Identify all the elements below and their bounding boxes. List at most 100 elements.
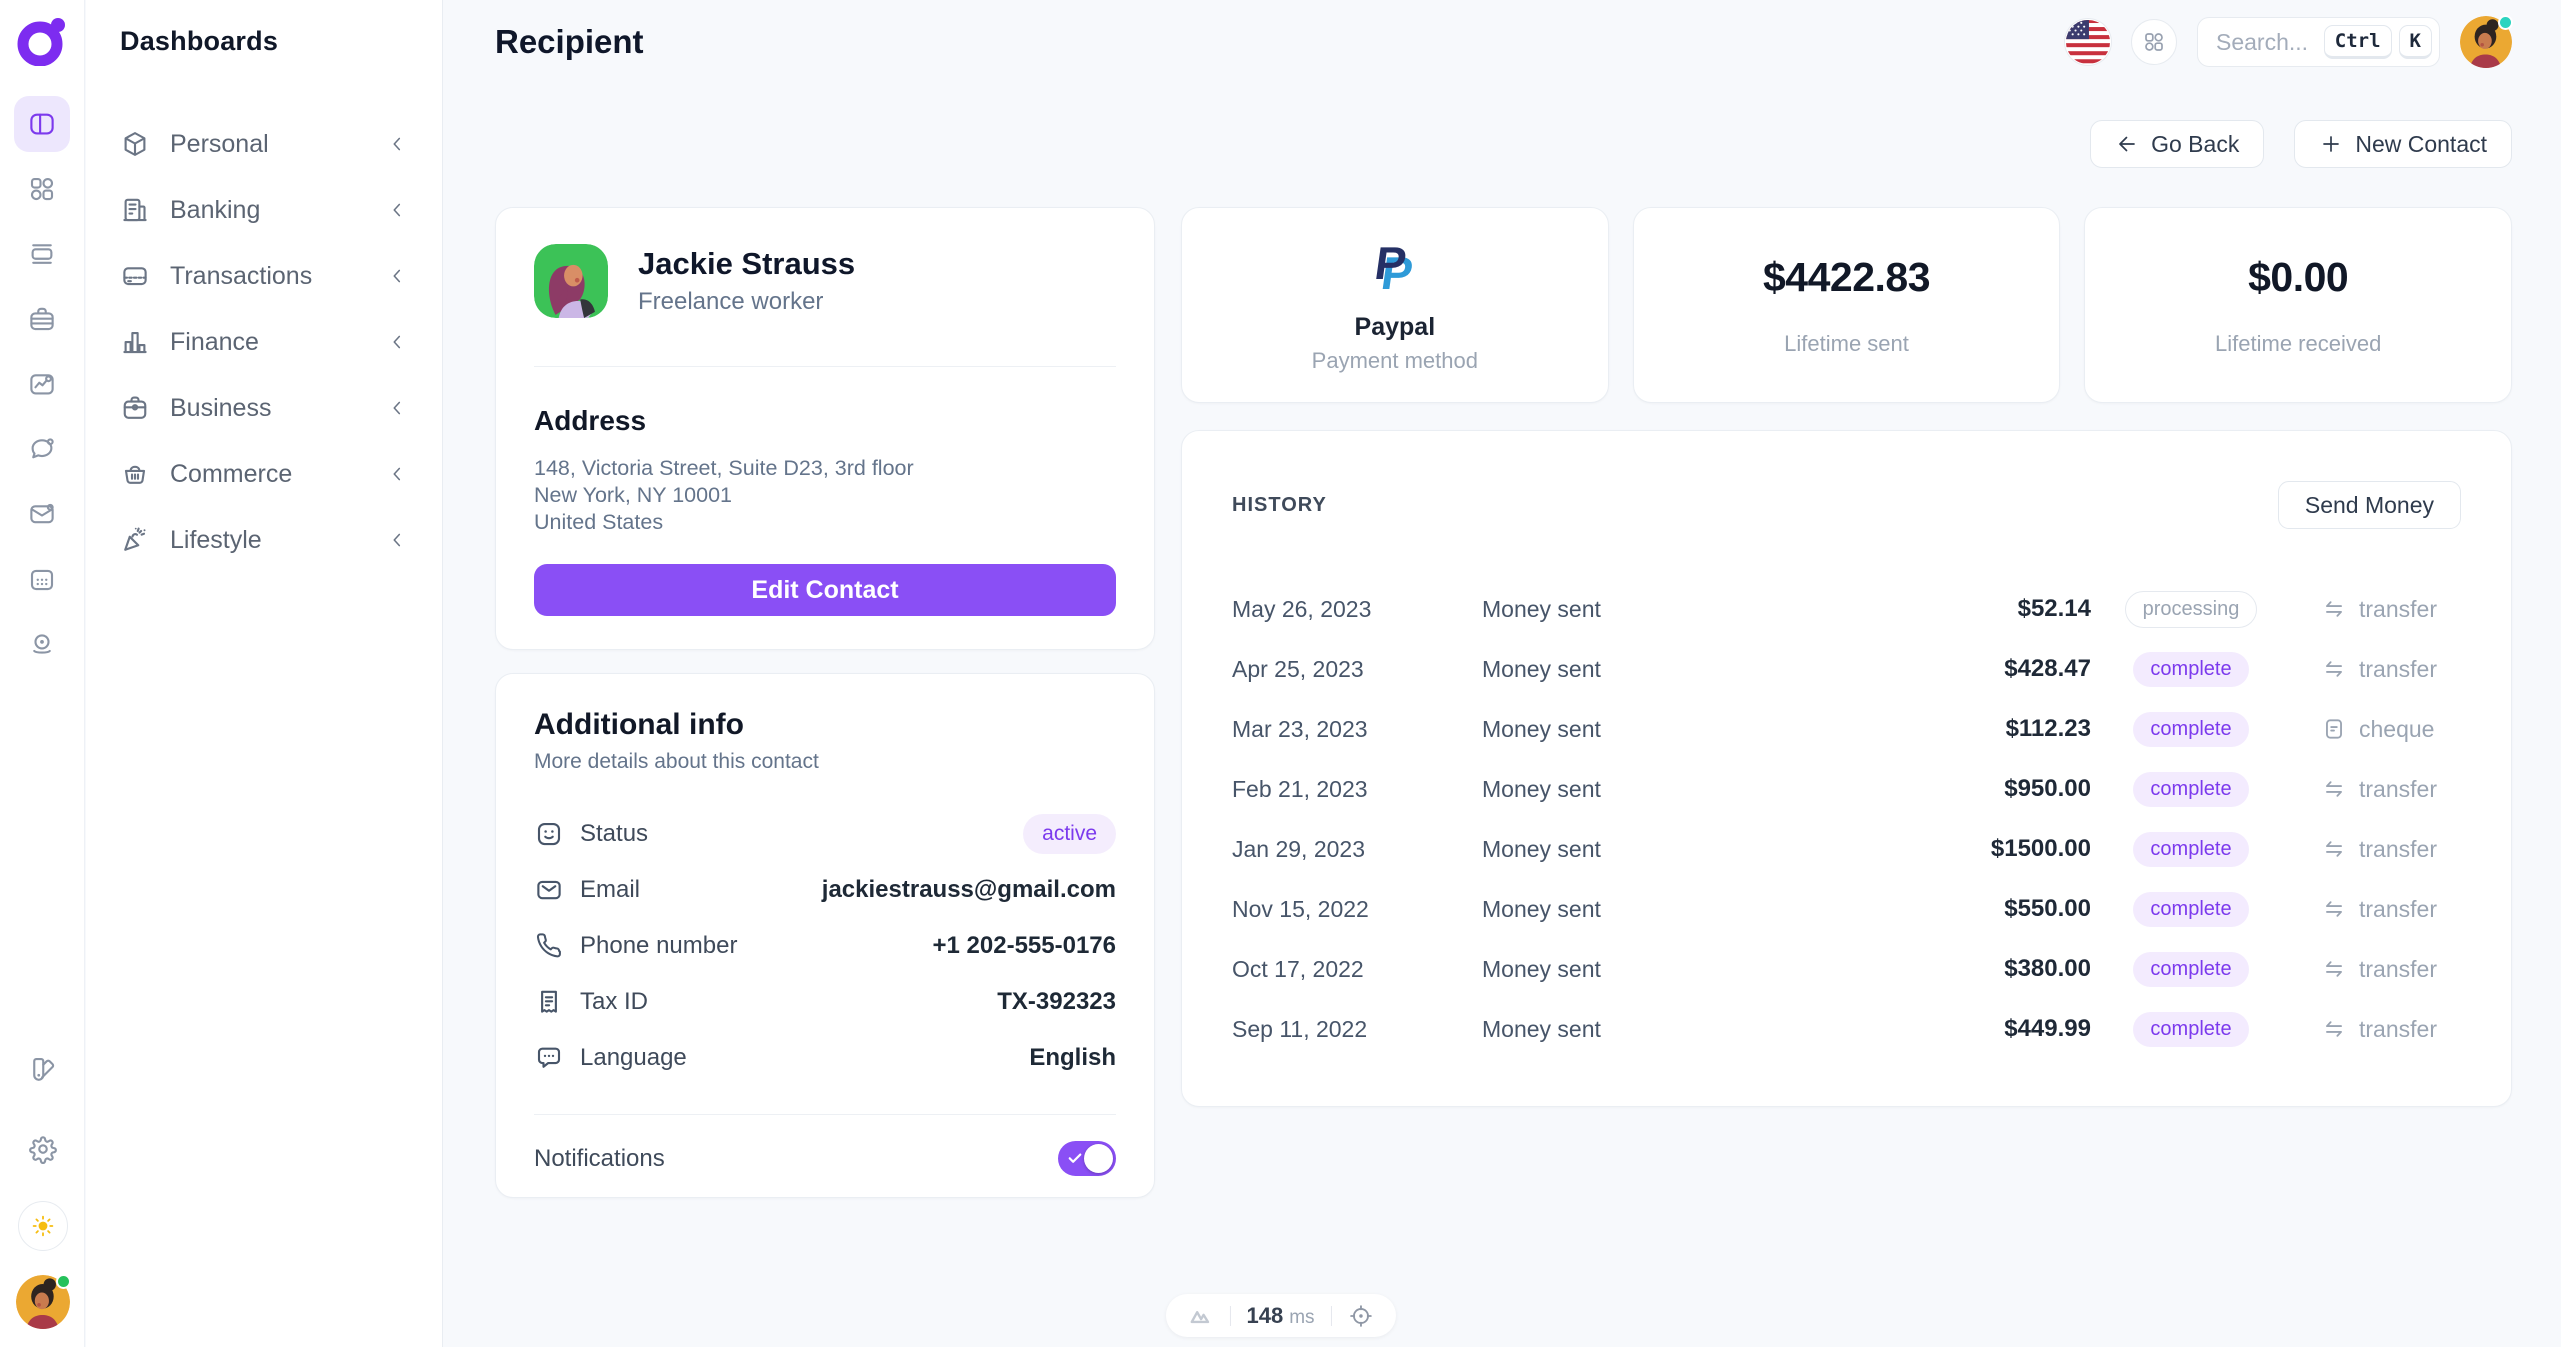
chevron-left-icon xyxy=(386,199,408,221)
additional-info-card: Additional info More details about this … xyxy=(495,673,1155,1198)
sidebar-item-business[interactable]: Business xyxy=(120,375,408,441)
transaction-date: Apr 25, 2023 xyxy=(1232,656,1482,683)
sidebar: Dashboards Personal Banking Transactions… xyxy=(86,0,443,1347)
apps-grid-button[interactable] xyxy=(2131,19,2177,65)
history-heading: HISTORY xyxy=(1232,494,1327,517)
additional-info-subheading: More details about this contact xyxy=(534,750,1116,774)
contact-card: Jackie Strauss Freelance worker Address … xyxy=(495,207,1155,650)
latency-readout: 148ms xyxy=(1246,1303,1314,1329)
check-icon xyxy=(1066,1149,1084,1167)
sidebar-item-commerce[interactable]: Commerce xyxy=(120,441,408,507)
table-row[interactable]: Jan 29, 2023 Money sent $1500.00 complet… xyxy=(1232,819,2461,879)
bank-icon xyxy=(120,195,150,225)
latency-value: 148 xyxy=(1246,1303,1283,1328)
contact-role: Freelance worker xyxy=(638,288,855,316)
app-logo xyxy=(16,14,68,66)
rail-item-wallet[interactable] xyxy=(14,226,70,282)
user-avatar[interactable] xyxy=(16,1275,70,1329)
speech-bubble-icon xyxy=(534,1043,564,1073)
transaction-amount: $380.00 xyxy=(1931,955,2091,983)
table-row[interactable]: May 26, 2023 Money sent $52.14 processin… xyxy=(1232,579,2461,639)
rail-item-mail[interactable] xyxy=(14,486,70,542)
divider xyxy=(1331,1306,1332,1326)
contact-name: Jackie Strauss xyxy=(638,246,855,282)
rail-item-design[interactable] xyxy=(15,1041,71,1097)
table-row[interactable]: Nov 15, 2022 Money sent $550.00 complete… xyxy=(1232,879,2461,939)
info-row-phone: Phone number +1 202-555-0176 xyxy=(534,918,1116,974)
sidebar-item-label: Business xyxy=(170,394,366,423)
sidebar-item-banking[interactable]: Banking xyxy=(120,177,408,243)
go-back-button[interactable]: Go Back xyxy=(2090,120,2264,168)
send-money-button[interactable]: Send Money xyxy=(2278,481,2461,529)
theme-toggle-button[interactable] xyxy=(18,1201,68,1251)
sidebar-item-lifestyle[interactable]: Lifestyle xyxy=(120,507,408,573)
online-status-dot xyxy=(56,1274,71,1289)
grid-icon xyxy=(2142,30,2166,54)
search-box: Ctrl K xyxy=(2197,17,2440,67)
sidebar-item-label: Commerce xyxy=(170,460,366,489)
table-row[interactable]: Oct 17, 2022 Money sent $380.00 complete… xyxy=(1232,939,2461,999)
mail-icon xyxy=(27,499,57,529)
edit-contact-button[interactable]: Edit Contact xyxy=(534,564,1116,616)
sidebar-item-transactions[interactable]: Transactions xyxy=(120,243,408,309)
crosshair-button[interactable] xyxy=(1348,1303,1374,1329)
divider xyxy=(534,366,1116,367)
party-popper-icon xyxy=(120,525,150,555)
online-status-dot xyxy=(2498,15,2513,30)
status-badge: complete xyxy=(2133,712,2248,747)
transaction-amount: $550.00 xyxy=(1931,895,2091,923)
table-row[interactable]: Apr 25, 2023 Money sent $428.47 complete… xyxy=(1232,639,2461,699)
status-badge: processing xyxy=(2125,591,2258,628)
notifications-label: Notifications xyxy=(534,1145,665,1173)
phone-icon xyxy=(534,931,564,961)
main-content: Recipient Ctrl K xyxy=(443,0,2561,1347)
lifetime-received-label: Lifetime received xyxy=(2215,331,2381,357)
new-contact-button[interactable]: New Contact xyxy=(2294,120,2512,168)
transaction-date: Jan 29, 2023 xyxy=(1232,836,1482,863)
rail-item-dashboard[interactable] xyxy=(14,96,70,152)
lifetime-received-card: $0.00 Lifetime received xyxy=(2084,207,2512,403)
language-flag-button[interactable] xyxy=(2065,19,2111,65)
payment-method-name: Paypal xyxy=(1355,313,1436,342)
chevron-left-icon xyxy=(386,529,408,551)
table-row[interactable]: Mar 23, 2023 Money sent $112.23 complete… xyxy=(1232,699,2461,759)
rail-item-analytics[interactable] xyxy=(14,356,70,412)
rail-item-settings[interactable] xyxy=(15,1121,71,1177)
transaction-method: transfer xyxy=(2359,836,2437,863)
lifetime-sent-value: $4422.83 xyxy=(1763,254,1930,301)
sidebar-item-label: Transactions xyxy=(170,262,366,291)
table-row[interactable]: Sep 11, 2022 Money sent $449.99 complete… xyxy=(1232,999,2461,1059)
info-label: Email xyxy=(580,876,640,904)
notifications-toggle[interactable] xyxy=(1058,1141,1116,1176)
transfer-icon xyxy=(2321,596,2347,622)
rail-item-apps[interactable] xyxy=(14,161,70,217)
paypal-logo-icon: P P xyxy=(1365,237,1425,299)
info-label: Phone number xyxy=(580,932,737,960)
transaction-method: transfer xyxy=(2359,1016,2437,1043)
sidebar-item-label: Banking xyxy=(170,196,366,225)
rail-item-business[interactable] xyxy=(14,291,70,347)
basket-icon xyxy=(120,459,150,489)
info-value: jackiestrauss@gmail.com xyxy=(822,876,1116,904)
webcam-icon xyxy=(27,629,57,659)
rail-item-chat[interactable] xyxy=(14,421,70,477)
rail-item-webcam[interactable] xyxy=(14,616,70,672)
user-avatar[interactable] xyxy=(2460,16,2512,68)
transaction-amount: $428.47 xyxy=(1931,655,2091,683)
transaction-date: May 26, 2023 xyxy=(1232,596,1482,623)
envelope-icon xyxy=(534,875,564,905)
sidebar-item-personal[interactable]: Personal xyxy=(120,111,408,177)
contact-avatar xyxy=(534,244,608,318)
transaction-method: transfer xyxy=(2359,776,2437,803)
sidebar-item-label: Lifestyle xyxy=(170,526,366,555)
rail-item-calendar[interactable] xyxy=(14,551,70,607)
history-card: HISTORY Send Money May 26, 2023 Money se… xyxy=(1181,430,2512,1107)
transaction-description: Money sent xyxy=(1482,596,1931,623)
chevron-left-icon xyxy=(386,133,408,155)
payment-method-card: P P Paypal Payment method xyxy=(1181,207,1609,403)
performance-widget: 148ms xyxy=(1165,1294,1395,1337)
transaction-date: Sep 11, 2022 xyxy=(1232,1016,1482,1043)
credit-card-icon xyxy=(120,261,150,291)
table-row[interactable]: Feb 21, 2023 Money sent $950.00 complete… xyxy=(1232,759,2461,819)
sidebar-item-finance[interactable]: Finance xyxy=(120,309,408,375)
